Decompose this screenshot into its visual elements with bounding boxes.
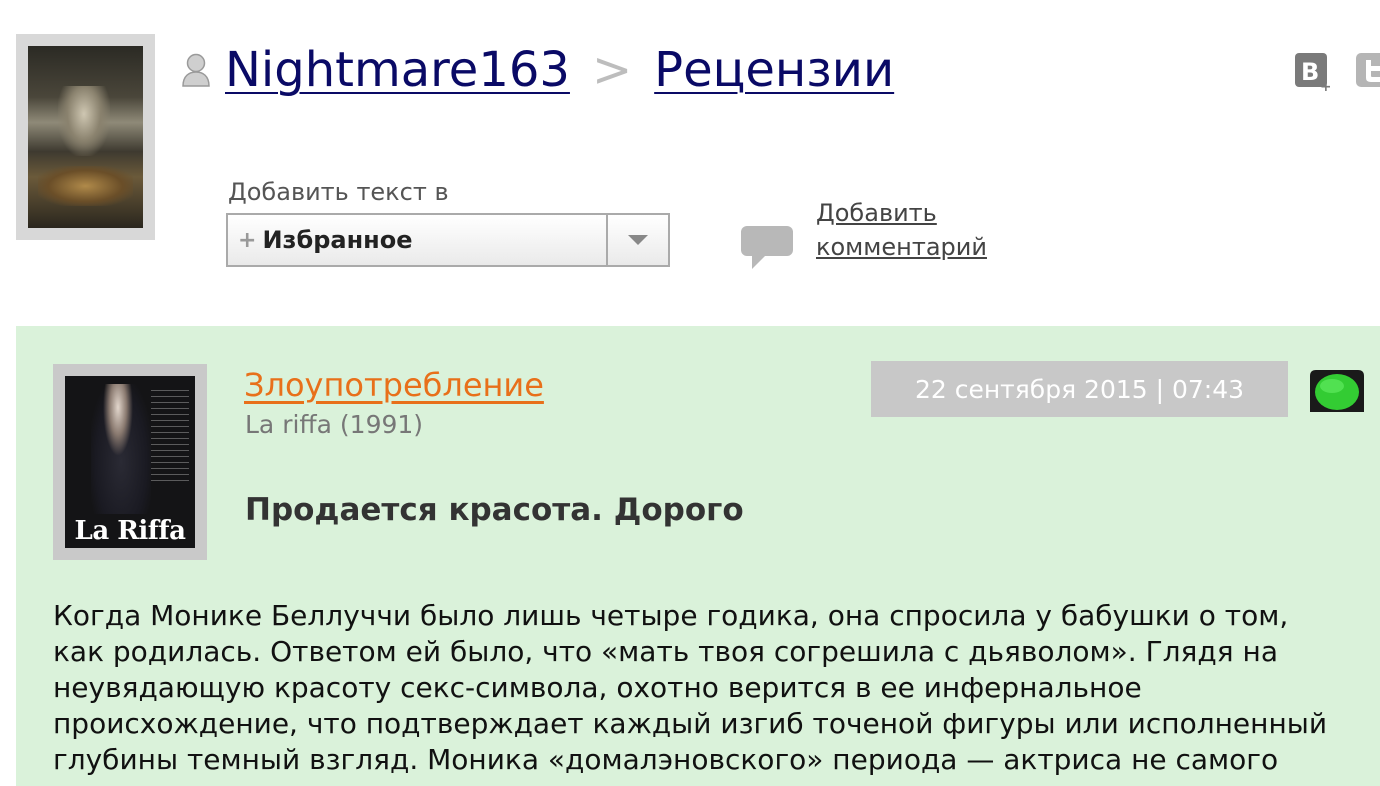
film-original-title: La riffa (1991)	[245, 410, 424, 439]
poster-title: La Riffa	[74, 516, 186, 546]
add-comment-line2: комментарий	[816, 233, 987, 261]
chevron-down-icon	[628, 235, 648, 245]
user-avatar-image	[28, 46, 143, 228]
review-paragraph: Когда Монике Беллуччи было лишь четыре г…	[53, 599, 1328, 776]
review-card: La Riffa Злоупотребление La riffa (1991)…	[16, 326, 1380, 786]
add-comment-link[interactable]: Добавить комментарий	[816, 199, 987, 261]
breadcrumb: Nightmare163 > Рецензии	[225, 38, 894, 102]
favorites-select[interactable]: + Избранное	[226, 213, 670, 267]
review-text: Когда Монике Беллуччи было лишь четыре г…	[53, 598, 1343, 778]
favorites-dropdown-button[interactable]	[606, 215, 668, 265]
breadcrumb-section-link[interactable]: Рецензии	[654, 42, 894, 98]
add-to-favorites-label: Добавить текст в	[228, 178, 449, 206]
favorites-select-value: + Избранное	[228, 215, 606, 265]
poster-text-lines	[151, 390, 189, 486]
breadcrumb-separator: >	[591, 42, 633, 98]
svg-text:B: B	[1301, 58, 1319, 86]
film-title-link[interactable]: Злоупотребление	[244, 366, 544, 404]
user-avatar[interactable]	[16, 34, 155, 240]
film-title: Злоупотребление	[244, 366, 544, 404]
svg-text:+: +	[1320, 79, 1330, 92]
review-date-badge: 22 сентября 2015 | 07:43	[871, 361, 1288, 417]
plus-icon: +	[238, 227, 257, 253]
person-icon	[182, 53, 210, 87]
breadcrumb-user-link[interactable]: Nightmare163	[225, 42, 570, 98]
vk-icon[interactable]: B +	[1294, 52, 1330, 92]
comment-icon[interactable]	[740, 222, 794, 270]
twitter-icon[interactable]	[1355, 52, 1380, 92]
review-title: Продается красота. Дорого	[245, 492, 744, 528]
poster-figure	[91, 384, 151, 514]
film-poster[interactable]: La Riffa	[53, 364, 207, 560]
positive-review-icon	[1308, 366, 1366, 416]
add-comment-line1: Добавить	[816, 199, 937, 227]
add-comment-link-block: Добавить комментарий	[816, 196, 1016, 264]
film-poster-image: La Riffa	[65, 376, 195, 548]
favorites-selected-text: Избранное	[262, 226, 413, 254]
